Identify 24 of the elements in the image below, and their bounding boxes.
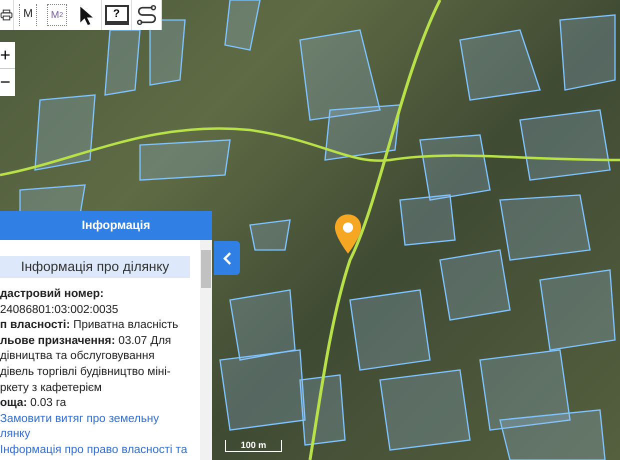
- measure-area-button[interactable]: M$^{2}$: [47, 4, 67, 26]
- info-text: 24086801:03:002:0035: [0, 302, 120, 318]
- route-icon: [136, 4, 158, 26]
- panel-title: Інформація: [0, 211, 212, 240]
- info-text: дівництва та обслуговування: [0, 349, 156, 364]
- help-button[interactable]: ?: [102, 0, 132, 30]
- print-button[interactable]: [0, 0, 14, 30]
- link[interactable]: Інформація про право власності та: [0, 442, 190, 459]
- location-pin-icon: [334, 214, 362, 254]
- scale-bar: 100 m: [225, 440, 282, 452]
- section-heading: Інформація про ділянку: [0, 256, 190, 278]
- measure-length-button[interactable]: M: [19, 4, 37, 26]
- info-text: п власності: Приватна власність: [0, 318, 180, 334]
- link[interactable]: Замовити витяг про земельну: [0, 412, 190, 428]
- info-text: льове призначення: 03.07 Для: [0, 334, 172, 349]
- info-text: оща: 0.03 га: [0, 396, 68, 412]
- scrollbar[interactable]: [200, 240, 212, 460]
- zoom-in-button[interactable]: +: [0, 42, 15, 69]
- info-text: ркету з кафетерієм: [0, 380, 103, 396]
- chevron-left-icon: [222, 252, 232, 264]
- info-text: дівель торгівлі будівництво міні-: [0, 364, 172, 380]
- link[interactable]: лянку: [0, 427, 190, 443]
- info-text: дастровий номер:: [0, 287, 105, 302]
- collapse-button[interactable]: [214, 241, 240, 275]
